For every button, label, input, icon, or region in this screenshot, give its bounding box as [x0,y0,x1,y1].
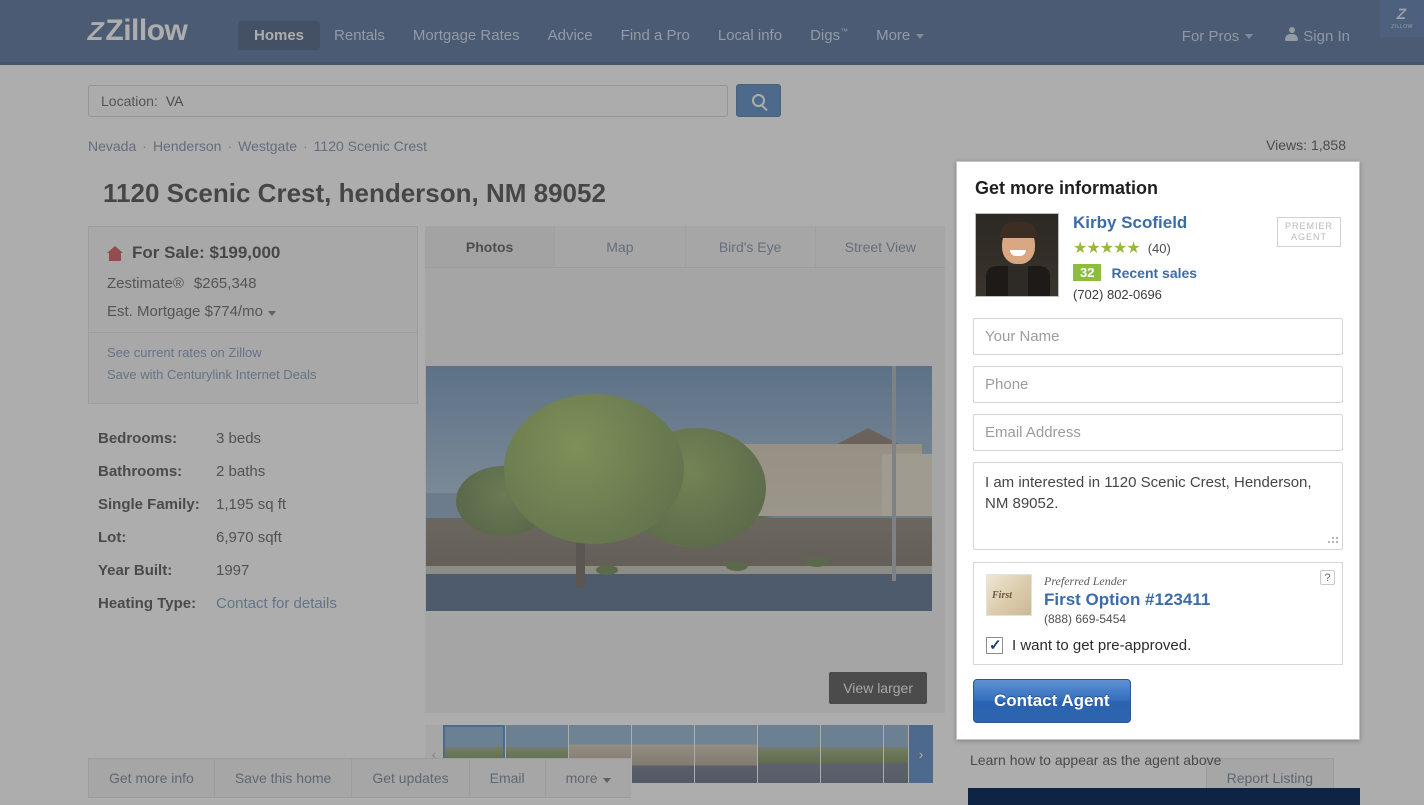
preferred-lender-box: ? Preferred Lender First Option #123411 … [973,562,1343,665]
rating-count: (40) [1147,240,1171,256]
message-textarea[interactable]: I am interested in 1120 Scenic Crest, He… [973,462,1343,550]
recent-sales-row: 32 Recent sales [1073,264,1343,281]
avatar-hair [1000,222,1037,238]
contact-agent-modal: Views: 1,858 Get more information Kirby … [956,133,1360,768]
resize-handle-icon[interactable] [1326,533,1338,545]
agent-summary: Kirby Scofield ★ ★ ★ ★ ★ (40) 32 Recent … [973,213,1343,302]
message-text: I am interested in 1120 Scenic Crest, He… [985,474,1312,512]
name-input-placeholder: Your Name [985,328,1060,345]
star-icon: ★ [1099,240,1114,257]
star-icon: ★ [1086,240,1100,257]
lender-name-link[interactable]: First Option #123411 [1044,590,1210,610]
agent-avatar [975,213,1059,297]
name-input[interactable]: Your Name [973,318,1343,355]
premier-agent-badge: PREMIER AGENT [1276,217,1341,247]
preferred-lender-label: Preferred Lender [1044,574,1127,588]
views-counter: Views: 1,858 [956,133,1360,161]
pre-approved-label: I want to get pre-approved. [1012,637,1192,654]
lender-top-row: Preferred Lender First Option #123411 (8… [986,574,1330,626]
premier-badge-line2: AGENT [1290,232,1327,242]
phone-input[interactable]: Phone [973,366,1343,403]
lender-phone: (888) 669-5454 [1044,612,1127,626]
recent-sales-link[interactable]: Recent sales [1111,265,1197,281]
views-label: Views: [1266,137,1308,153]
views-count: 1,858 [1310,137,1346,153]
get-more-information-dialog: Get more information Kirby Scofield ★ ★ … [956,161,1360,740]
agent-footer-note[interactable]: Learn how to appear as the agent above [956,740,1360,768]
agent-phone: (702) 802-0696 [1073,287,1162,302]
lender-text: Preferred Lender First Option #123411 (8… [1044,574,1210,626]
phone-input-placeholder: Phone [985,376,1029,393]
avatar-shirt [1008,266,1028,296]
modal-title: Get more information [975,178,1159,198]
bottom-navy-bar [968,788,1360,805]
pre-approved-row: I want to get pre-approved. [986,636,1330,654]
premier-badge-line1: PREMIER [1284,221,1333,231]
star-icon: ★ [1113,240,1127,257]
contact-agent-button[interactable]: Contact Agent [973,679,1131,723]
email-input-placeholder: Email Address [985,424,1081,441]
help-icon[interactable]: ? [1320,570,1335,585]
email-input[interactable]: Email Address [973,414,1343,451]
pre-approved-checkbox[interactable] [986,636,1003,654]
star-icon: ★ [1126,240,1140,257]
lender-logo [986,574,1032,616]
star-icon: ★ [1073,240,1087,257]
recent-sales-badge: 32 [1073,264,1102,281]
